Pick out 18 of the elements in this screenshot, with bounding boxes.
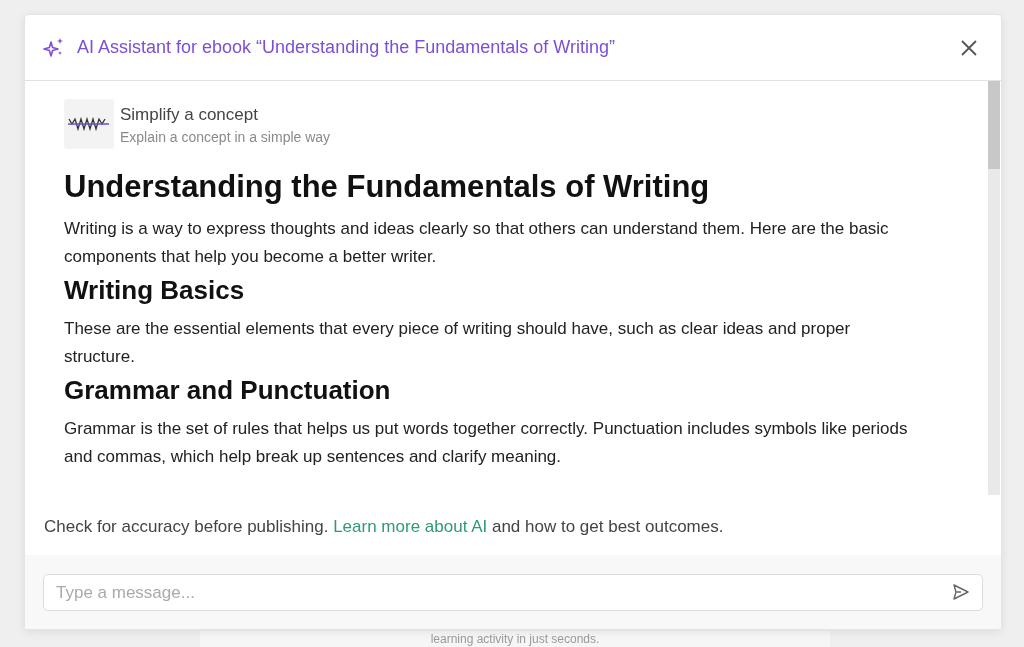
scrollbar[interactable] [988,81,1000,495]
action-subtitle: Explain a concept in a simple way [120,129,331,145]
action-title: Simplify a concept [120,105,259,125]
section-heading: Writing Basics [64,275,246,306]
heading: Understanding the Fundamentals of Writing [64,169,711,205]
wave-icon [67,116,111,132]
background-text: learning activity in just seconds. [430,632,600,646]
paragraph: These are the essential elements that every piece of writing should have, such as clear ideas and proper structure. [64,318,852,368]
section-heading: Grammar and Punctuation [64,375,392,406]
send-button[interactable] [951,582,971,602]
paragraph: Grammar is the set of rules that helps us put words together correctly. Punctuation includes symbols like periods and commas, which help break up sentences and clarify meaning. [64,418,909,468]
dialog-title: AI Assistant for ebook “Understanding the Fundamentals of Writing” [77,37,616,58]
close-button[interactable] [959,37,979,58]
message-field[interactable]: Type a message... [43,574,983,611]
sparkle-icon [43,36,65,59]
disclaimer-text: Check for accuracy before publishing. Learn more about AI and how to get best outcomes. [43,516,725,538]
learn-more-link[interactable]: Learn more about AI [333,517,488,536]
paragraph: Writing is a way to express thoughts and ideas clearly so that others can understand them. Here are the basic components that help you become a better writer. [64,218,890,268]
